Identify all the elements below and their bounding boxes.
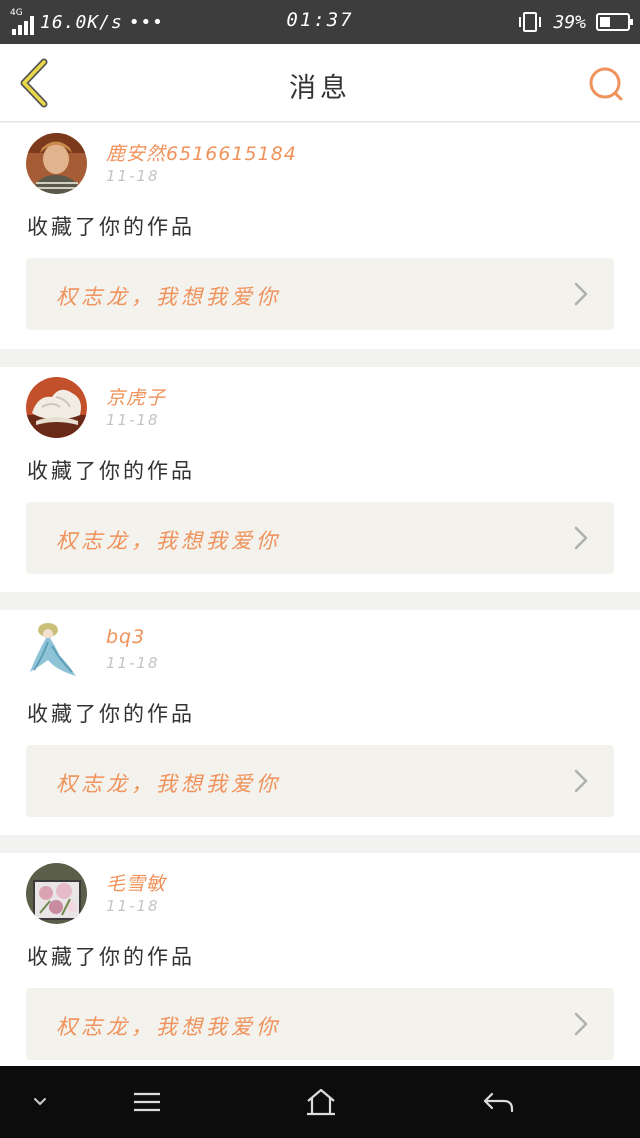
user-name[interactable]: 毛雪敏 — [106, 869, 166, 896]
avatar[interactable] — [26, 863, 87, 924]
action-text: 收藏了你的作品 — [27, 945, 195, 969]
work-title: 权志龙，我想我爱你 — [56, 285, 281, 309]
menu-icon — [134, 1092, 160, 1112]
battery-icon — [596, 13, 633, 31]
back-nav-button[interactable] — [474, 1066, 522, 1138]
avatar[interactable] — [26, 377, 87, 438]
message-date: 11-18 — [106, 897, 160, 915]
message-card: bq3 11-18 收藏了你的作品 权志龙，我想我爱你 — [0, 610, 640, 835]
user-name[interactable]: 京虎子 — [106, 383, 166, 410]
work-title: 权志龙，我想我爱你 — [56, 1015, 281, 1039]
vibrate-icon — [519, 12, 542, 32]
user-name[interactable]: 鹿安然6516615184 — [106, 139, 297, 166]
search-icon — [589, 67, 623, 101]
avatar-flowers-image — [26, 863, 87, 924]
status-bar: 4G 16.0K/s ••• 01:37 39% — [0, 0, 640, 44]
work-link[interactable]: 权志龙，我想我爱你 — [26, 258, 614, 330]
message-date: 11-18 — [106, 167, 160, 185]
avatar-fairy-image — [26, 620, 87, 681]
battery-percent: 39% — [553, 11, 586, 33]
message-date: 11-18 — [106, 654, 160, 672]
message-card: 京虎子 11-18 收藏了你的作品 权志龙，我想我爱你 — [0, 367, 640, 592]
chevron-right-icon — [574, 282, 588, 306]
chevron-right-icon — [574, 769, 588, 793]
avatar-person-image — [26, 133, 87, 194]
chevron-right-icon — [574, 526, 588, 550]
chevron-down-icon — [34, 1098, 46, 1106]
system-navigation-bar — [0, 1066, 640, 1138]
avatar[interactable] — [26, 133, 87, 194]
chevron-right-icon — [574, 1012, 588, 1036]
app-screen: 4G 16.0K/s ••• 01:37 39% 消息 鹿安然651661518… — [0, 0, 640, 1138]
message-date: 11-18 — [106, 411, 160, 429]
back-arrow-icon — [483, 1092, 514, 1113]
work-title: 权志龙，我想我爱你 — [56, 529, 281, 553]
avatar[interactable] — [26, 620, 87, 681]
home-button[interactable] — [298, 1066, 344, 1138]
header-bar: 消息 — [0, 44, 640, 122]
action-text: 收藏了你的作品 — [27, 215, 195, 239]
hide-nav-button[interactable] — [20, 1066, 60, 1138]
message-list: 鹿安然6516615184 11-18 收藏了你的作品 权志龙，我想我爱你 京虎… — [0, 123, 640, 1096]
battery-level — [600, 17, 611, 27]
message-card: 毛雪敏 11-18 收藏了你的作品 权志龙，我想我爱你 — [0, 853, 640, 1078]
home-icon — [307, 1088, 335, 1116]
action-text: 收藏了你的作品 — [27, 459, 195, 483]
work-link[interactable]: 权志龙，我想我爱你 — [26, 988, 614, 1060]
user-name[interactable]: bq3 — [106, 626, 145, 648]
work-link[interactable]: 权志龙，我想我爱你 — [26, 502, 614, 574]
work-title: 权志龙，我想我爱你 — [56, 772, 281, 796]
page-title: 消息 — [289, 73, 351, 104]
avatar-sculpture-image — [26, 377, 87, 438]
work-link[interactable]: 权志龙，我想我爱你 — [26, 745, 614, 817]
menu-button[interactable] — [124, 1066, 170, 1138]
search-button[interactable] — [586, 64, 626, 104]
message-card: 鹿安然6516615184 11-18 收藏了你的作品 权志龙，我想我爱你 — [0, 123, 640, 349]
status-right: 39% — [519, 10, 633, 34]
action-text: 收藏了你的作品 — [27, 702, 195, 726]
